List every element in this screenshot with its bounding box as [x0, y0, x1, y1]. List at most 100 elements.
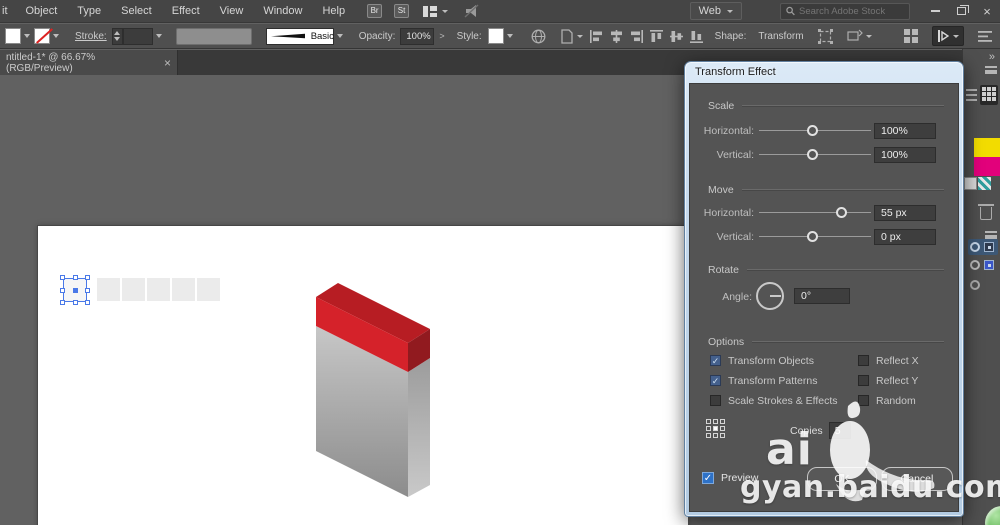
stroke-link[interactable]: Stroke:	[75, 31, 107, 42]
align-top-icon[interactable]	[650, 30, 663, 43]
align-center-icon[interactable]	[610, 30, 623, 43]
stroke-style-chevron-icon[interactable]	[337, 34, 343, 38]
copies-field[interactable]: 5	[829, 422, 851, 439]
list-view-icon[interactable]	[966, 89, 977, 101]
yellow-swatch[interactable]	[974, 138, 1000, 157]
stock-button[interactable]: St	[394, 4, 409, 18]
pattern-swatch-2[interactable]	[978, 177, 991, 190]
graphic-style-swatch[interactable]	[488, 28, 504, 44]
pattern-swatch-1[interactable]	[964, 177, 977, 190]
document-setup-icon[interactable]	[560, 29, 583, 44]
close-button[interactable]: ×	[974, 2, 1000, 20]
copy-square-4[interactable]	[172, 278, 195, 301]
transform-patterns-checkbox[interactable]	[710, 375, 721, 386]
tab-close-icon[interactable]: ×	[164, 56, 171, 70]
symbols-panel-menu-icon[interactable]	[985, 231, 997, 239]
selected-object[interactable]	[63, 278, 87, 302]
selection-handle[interactable]	[60, 300, 65, 305]
selection-handle[interactable]	[85, 300, 90, 305]
selection-handle[interactable]	[85, 288, 90, 293]
stroke-weight-chevron-icon[interactable]	[156, 34, 162, 38]
scale-strokes-checkbox[interactable]	[710, 395, 721, 406]
stroke-color-swatch[interactable]	[34, 28, 50, 44]
fill-chevron-icon[interactable]	[24, 34, 30, 38]
dialog-title[interactable]: Transform Effect	[685, 62, 963, 82]
document-globe-icon[interactable]	[531, 29, 546, 44]
scale-horizontal-field[interactable]: 100%	[874, 123, 936, 139]
share-screen-icon[interactable]	[464, 4, 480, 18]
selection-handle[interactable]	[73, 275, 78, 280]
bounding-box-icon[interactable]	[818, 29, 833, 44]
collapse-panels-icon[interactable]: »	[989, 51, 995, 63]
restore-button[interactable]	[948, 2, 974, 20]
copy-square-3[interactable]	[147, 278, 170, 301]
angle-dial[interactable]	[756, 282, 784, 310]
copy-square-5[interactable]	[197, 278, 220, 301]
symbol-square-icon[interactable]	[984, 242, 994, 252]
opacity-field[interactable]: 100%	[400, 28, 434, 45]
menu-window[interactable]: Window	[253, 0, 312, 23]
search-input[interactable]	[799, 6, 904, 17]
menu-help[interactable]: Help	[312, 0, 355, 23]
menu-object[interactable]: Object	[16, 0, 68, 23]
opacity-label[interactable]: Opacity:	[359, 31, 396, 42]
move-horizontal-field[interactable]: 55 px	[874, 205, 936, 221]
red-box-artwork[interactable]	[300, 275, 440, 505]
copy-square-1[interactable]	[97, 278, 120, 301]
scale-horizontal-slider[interactable]	[759, 122, 871, 140]
swatches-panel-menu-icon[interactable]	[985, 66, 997, 74]
trash-icon[interactable]	[980, 207, 992, 220]
arrange-icon[interactable]	[904, 29, 918, 43]
menu-view[interactable]: View	[210, 0, 254, 23]
scale-vertical-slider[interactable]	[759, 146, 871, 164]
random-checkbox[interactable]	[858, 395, 869, 406]
align-bottom-icon[interactable]	[690, 30, 703, 43]
thumbnail-view-icon[interactable]	[980, 85, 998, 105]
magenta-swatch[interactable]	[974, 157, 1000, 176]
menu-effect[interactable]: Effect	[162, 0, 210, 23]
bridge-button[interactable]: Br	[367, 4, 382, 18]
selection-handle[interactable]	[73, 300, 78, 305]
brush-definition-well[interactable]	[176, 28, 252, 45]
stroke-style-select[interactable]: Basic	[266, 28, 334, 45]
stroke-chevron-icon[interactable]	[53, 34, 59, 38]
stroke-weight-stepper[interactable]	[112, 28, 123, 45]
selection-handle[interactable]	[60, 288, 65, 293]
opacity-chevron-icon[interactable]: >	[439, 31, 444, 41]
preview-checkbox[interactable]: ✓	[702, 472, 714, 484]
copy-square-2[interactable]	[122, 278, 145, 301]
document-profile-dropdown[interactable]: Web	[690, 2, 742, 20]
move-vertical-slider[interactable]	[759, 228, 871, 246]
transform-link[interactable]: Transform	[758, 31, 803, 42]
symbol-circle-icon[interactable]	[970, 260, 980, 270]
isolate-selection-icon[interactable]	[847, 29, 872, 43]
search-adobe-stock-box[interactable]	[780, 3, 910, 20]
symbol-circle-icon[interactable]	[970, 242, 980, 252]
transform-objects-checkbox[interactable]	[710, 355, 721, 366]
cancel-button[interactable]: Cancel	[881, 467, 953, 491]
symbol-row[interactable]	[968, 257, 998, 273]
panel-options-button[interactable]	[932, 26, 964, 46]
move-horizontal-slider[interactable]	[759, 204, 871, 222]
symbol-row[interactable]	[968, 277, 998, 293]
move-vertical-field[interactable]: 0 px	[874, 229, 936, 245]
align-middle-icon[interactable]	[670, 30, 683, 43]
selection-handle[interactable]	[85, 275, 90, 280]
graphic-style-chevron-icon[interactable]	[507, 34, 513, 38]
align-right-icon[interactable]	[630, 30, 643, 43]
menu-select[interactable]: Select	[111, 0, 162, 23]
ok-button[interactable]: OK	[807, 467, 877, 491]
document-tab[interactable]: ntitled-1* @ 66.67% (RGB/Preview) ×	[0, 50, 178, 75]
align-left-icon[interactable]	[590, 30, 603, 43]
minimize-button[interactable]	[922, 2, 948, 20]
symbol-gear-icon[interactable]	[970, 280, 980, 290]
reference-point-locator[interactable]	[706, 419, 725, 438]
menu-edit-partial[interactable]: it	[0, 0, 16, 23]
reflect-y-checkbox[interactable]	[858, 375, 869, 386]
selection-handle[interactable]	[60, 275, 65, 280]
scale-vertical-field[interactable]: 100%	[874, 147, 936, 163]
symbol-blue-square-icon[interactable]	[984, 260, 994, 270]
angle-field[interactable]: 0°	[794, 288, 850, 304]
workspace-chevron-icon[interactable]	[442, 10, 448, 13]
menu-type[interactable]: Type	[67, 0, 111, 23]
